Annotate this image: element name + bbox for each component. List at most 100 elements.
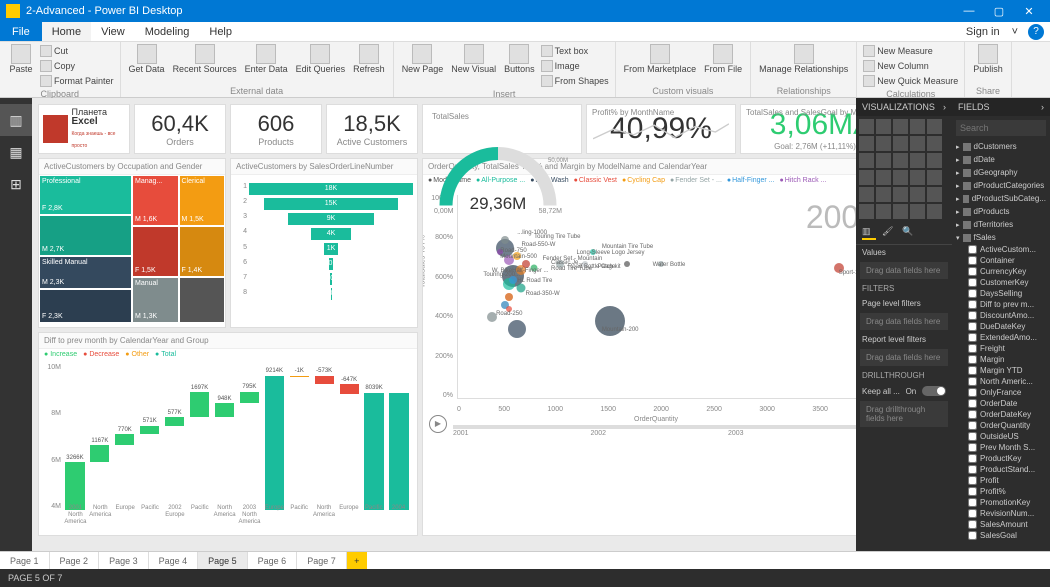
field-item[interactable]: DiscountAmo... [952,310,1050,321]
field-item[interactable]: CurrencyKey [952,266,1050,277]
analytics-tab-icon[interactable]: 🔍 [902,226,916,240]
page-tab[interactable]: Page 2 [50,552,100,569]
field-table[interactable]: dProductCategories [952,179,1050,192]
report-view-icon[interactable]: ▥ [0,104,32,136]
format-painter-button[interactable]: Format Painter [40,74,114,88]
image-button[interactable]: Image [541,59,609,73]
page-tab[interactable]: Page 3 [99,552,149,569]
new-quick-measure-button[interactable]: New Quick Measure [863,74,958,88]
data-view-icon[interactable]: ▦ [0,136,32,168]
copy-button[interactable]: Copy [40,59,114,73]
new-column-button[interactable]: New Column [863,59,958,73]
field-item[interactable]: OrderDate [952,398,1050,409]
kpi-customers[interactable]: 18,5K Active Customers [326,104,418,154]
viz-type-icon[interactable] [893,187,908,202]
field-item[interactable]: North Americ... [952,376,1050,387]
field-item[interactable]: PromotionKey [952,497,1050,508]
viz-type-icon[interactable] [910,170,925,185]
from-file-button[interactable]: From File [702,44,744,85]
field-item[interactable]: ExtendedAmo... [952,332,1050,343]
field-table[interactable]: dDate [952,153,1050,166]
viz-type-icon[interactable] [876,170,891,185]
ribbon-tab-file[interactable]: File [0,22,42,41]
report-canvas[interactable]: ПланетаExcel Когда знаешь - все просто 6… [32,98,856,551]
salesgoal-visual[interactable]: TotalSales and SalesGoal by M... 3,06M▴ … [740,104,856,154]
report-filters-drop-zone[interactable]: Drag data fields here [860,349,948,366]
buttons-button[interactable]: Buttons [502,44,537,88]
field-item[interactable]: OutsideUS [952,431,1050,442]
page-tab[interactable]: Page 6 [248,552,298,569]
field-table[interactable]: dTerritories [952,218,1050,231]
viz-type-icon[interactable] [893,153,908,168]
sign-in-link[interactable]: Sign in [958,22,1008,41]
ribbon-tab-home[interactable]: Home [42,22,91,41]
ribbon-tab-help[interactable]: Help [199,22,242,41]
help-icon[interactable]: ? [1028,24,1044,40]
field-item[interactable]: SalesAmount [952,519,1050,530]
model-view-icon[interactable]: ⊞ [0,168,32,200]
viz-type-icon[interactable] [876,204,891,219]
enter-data-button[interactable]: Enter Data [243,44,290,85]
field-item[interactable]: OnlyFrance [952,387,1050,398]
viz-type-icon[interactable] [859,136,874,151]
field-item[interactable]: Margin YTD [952,365,1050,376]
gauge-visual[interactable]: TotalSales [422,104,582,154]
viz-type-icon[interactable] [893,204,908,219]
field-item[interactable]: ActiveCustom... [952,244,1050,255]
keep-all-filters-toggle[interactable]: Keep all ...On [856,383,952,399]
field-table[interactable]: dProductSubCateg... [952,192,1050,205]
viz-type-icon[interactable] [927,204,942,219]
page-tab[interactable]: Page 7 [297,552,347,569]
field-item[interactable]: ProductStand... [952,464,1050,475]
profit-visual[interactable]: Profit% by MonthName 40,99% [586,104,736,154]
logo-card[interactable]: ПланетаExcel Когда знаешь - все просто [38,104,130,154]
kpi-products[interactable]: 606 Products [230,104,322,154]
funnel-visual[interactable]: ActiveCustomers by SalesOrderLineNumber … [230,158,418,328]
field-item[interactable]: RevisionNum... [952,508,1050,519]
field-item[interactable]: ProductKey [952,453,1050,464]
field-item[interactable]: Container [952,255,1050,266]
field-item[interactable]: SalesGoal [952,530,1050,541]
waterfall-visual[interactable]: Diff to prev month by CalendarYear and G… [38,332,418,536]
format-tab-icon[interactable]: 🖌 [882,226,896,240]
viz-type-icon[interactable] [927,119,942,134]
treemap-visual[interactable]: ActiveCustomers by Occupation and Gender… [38,158,226,328]
viz-type-icon[interactable] [927,153,942,168]
viz-type-icon[interactable] [893,170,908,185]
minimize-button[interactable]: — [954,5,984,17]
field-item[interactable]: Freight [952,343,1050,354]
refresh-button[interactable]: Refresh [351,44,387,85]
field-item[interactable]: Profit% [952,486,1050,497]
viz-type-icon[interactable] [859,187,874,202]
fields-search-input[interactable] [956,120,1046,136]
field-table[interactable]: dCustomers [952,140,1050,153]
maximize-button[interactable]: ▢ [984,5,1014,18]
add-page-button[interactable]: + [347,552,367,569]
viz-type-icon[interactable] [859,204,874,219]
text-box-button[interactable]: Text box [541,44,609,58]
drillthrough-drop-zone[interactable]: Drag drillthrough fields here [860,401,948,427]
field-table[interactable]: dGeography [952,166,1050,179]
viz-type-icon[interactable] [859,170,874,185]
page-tab[interactable]: Page 5 [198,552,248,569]
field-item[interactable]: OrderQuantity [952,420,1050,431]
new-page-button[interactable]: New Page [400,44,446,88]
viz-type-icon[interactable] [876,153,891,168]
field-item[interactable]: Profit [952,475,1050,486]
kpi-orders[interactable]: 60,4K Orders [134,104,226,154]
viz-type-icon[interactable] [859,153,874,168]
viz-type-icon[interactable] [910,204,925,219]
viz-type-icon[interactable] [893,136,908,151]
publish-button[interactable]: Publish [971,44,1005,85]
visualizations-header[interactable]: VISUALIZATIONS› [856,98,952,116]
paste-button[interactable]: Paste [6,44,36,88]
viz-type-icon[interactable] [910,187,925,202]
field-item[interactable]: DaysSelling [952,288,1050,299]
chevron-down-icon[interactable]: ˅ [1008,22,1022,41]
field-item[interactable]: OrderDateKey [952,409,1050,420]
marketplace-button[interactable]: From Marketplace [622,44,699,85]
fields-header[interactable]: FIELDS› [952,98,1050,116]
viz-type-icon[interactable] [910,153,925,168]
shapes-button[interactable]: From Shapes [541,74,609,88]
field-table[interactable]: dProducts [952,205,1050,218]
